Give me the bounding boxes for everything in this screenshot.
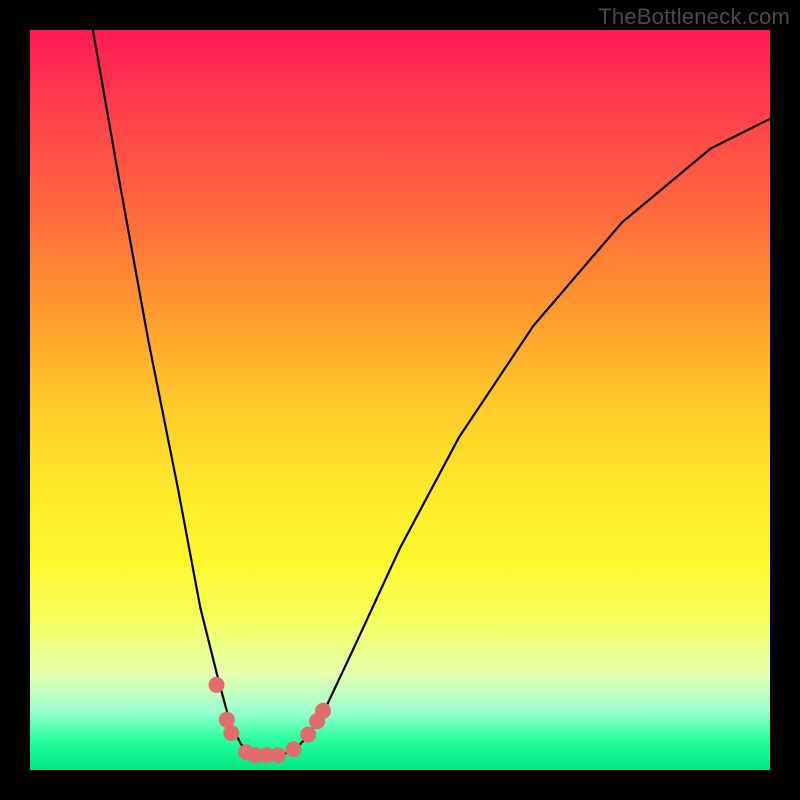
data-marker xyxy=(223,725,239,741)
marker-group xyxy=(209,677,332,763)
data-marker xyxy=(209,677,225,693)
data-marker xyxy=(285,741,301,757)
data-marker xyxy=(315,703,331,719)
data-marker xyxy=(270,747,286,763)
chart-svg xyxy=(30,30,770,770)
watermark-text: TheBottleneck.com xyxy=(598,4,790,30)
bottleneck-curve-path xyxy=(93,30,770,755)
chart-plot-area xyxy=(30,30,770,770)
data-marker xyxy=(300,727,316,743)
chart-frame: TheBottleneck.com xyxy=(0,0,800,800)
